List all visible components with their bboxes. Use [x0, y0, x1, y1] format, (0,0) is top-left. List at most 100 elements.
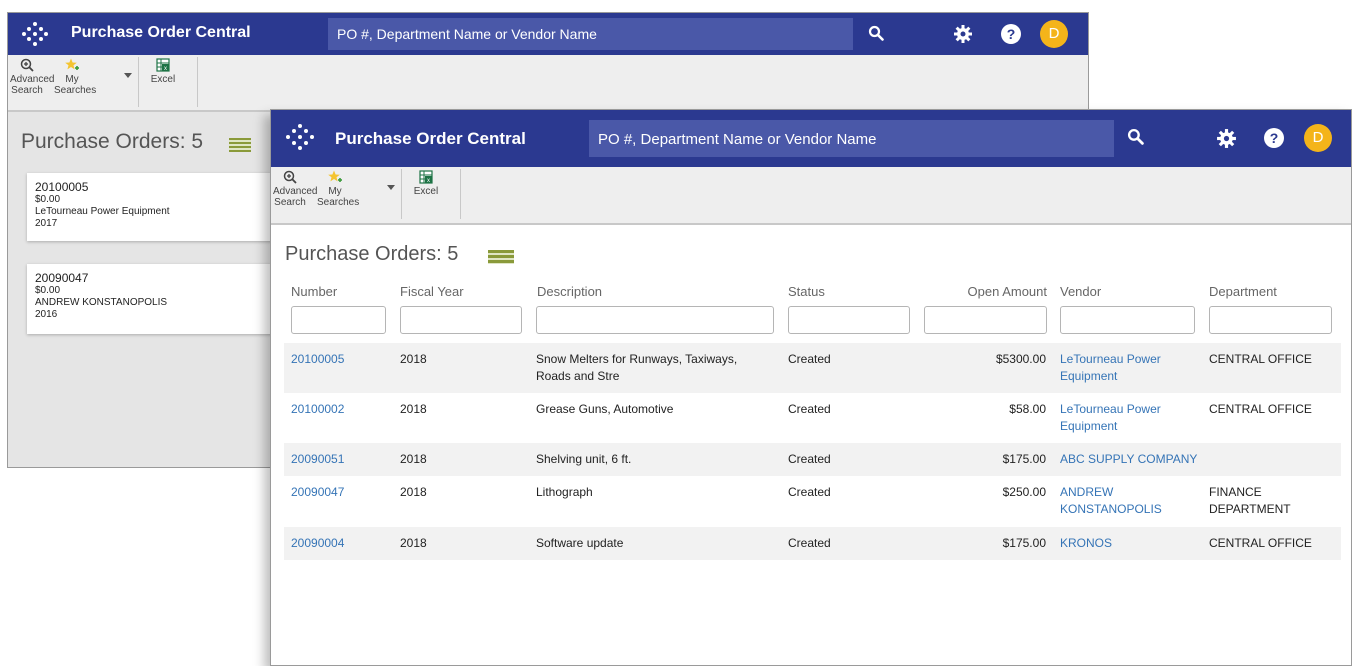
po-year: 2016 — [35, 309, 58, 320]
excel-label: Excel — [150, 74, 176, 85]
avatar[interactable]: D — [1040, 20, 1068, 48]
search-icon[interactable] — [868, 25, 884, 46]
description-cell: Grease Guns, Automotive — [536, 402, 674, 416]
front-window: Purchase Order Central PO #, Department … — [270, 109, 1352, 666]
my-searches-button[interactable]: My Searches — [54, 58, 96, 96]
table-row[interactable]: 20090004 2018 Software update Created $1… — [284, 527, 1341, 560]
table-row[interactable]: 20090047 2018 Lithograph Created $250.00… — [284, 476, 1341, 527]
logo-icon[interactable] — [22, 22, 48, 46]
po-number-link[interactable]: 20090004 — [291, 535, 344, 552]
description-cell: Snow Melters for Runways, Taxiways, Road… — [536, 352, 738, 383]
description-cell: Shelving unit, 6 ft. — [536, 452, 632, 466]
advanced-search-label: Advanced Search — [273, 186, 318, 208]
star-plus-icon — [328, 170, 342, 182]
excel-label: Excel — [413, 186, 439, 197]
open-amount-cell: $5300.00 — [995, 352, 1046, 366]
my-searches-label: My Searches — [54, 74, 97, 96]
table-row[interactable]: 20100005 2018 Snow Melters for Runways, … — [284, 343, 1341, 393]
chevron-down-icon[interactable] — [124, 73, 132, 78]
description-cell: Software update — [536, 536, 624, 550]
open-amount-cell: $175.00 — [1002, 452, 1046, 466]
department-cell: CENTRAL OFFICE — [1209, 402, 1312, 416]
page-title: Purchase Orders: 5 — [21, 130, 204, 153]
excel-button[interactable]: x Excel — [148, 58, 178, 85]
column-header-open-amount[interactable]: Open Amount — [925, 284, 1048, 299]
vendor-link[interactable]: ABC SUPPLY COMPANY — [1060, 451, 1205, 468]
table-row[interactable]: 20090051 2018 Shelving unit, 6 ft. Creat… — [284, 443, 1341, 476]
magnifier-plus-icon — [20, 58, 34, 72]
po-vendor: ANDREW KONSTANOPOLIS — [35, 297, 168, 308]
search-placeholder: PO #, Department Name or Vendor Name — [598, 131, 877, 148]
column-header-vendor[interactable]: Vendor — [1060, 284, 1101, 299]
status-cell: Created — [788, 352, 831, 366]
toolbar-divider — [401, 169, 402, 219]
po-amount: $0.00 — [35, 285, 61, 296]
department-cell: FINANCE DEPARTMENT — [1209, 485, 1291, 516]
po-number-link[interactable]: 20100005 — [291, 351, 344, 368]
search-input[interactable]: PO #, Department Name or Vendor Name — [589, 120, 1114, 157]
magnifier-plus-icon — [283, 170, 297, 184]
app-header: Purchase Order Central PO #, Department … — [271, 110, 1351, 167]
page-title: Purchase Orders: 5 — [285, 243, 459, 265]
svg-text:x: x — [164, 66, 167, 72]
vendor-link[interactable]: KRONOS — [1060, 535, 1180, 552]
excel-icon: x — [156, 58, 170, 72]
toolbar: Advanced Search My Searches x Excel — [8, 55, 1088, 112]
avatar[interactable]: D — [1304, 124, 1332, 152]
column-header-department[interactable]: Department — [1209, 284, 1277, 299]
open-amount-cell: $58.00 — [1009, 402, 1046, 416]
po-number-link[interactable]: 20090047 — [291, 484, 344, 501]
advanced-search-button[interactable]: Advanced Search — [10, 58, 54, 96]
excel-button[interactable]: x Excel — [411, 170, 441, 197]
search-input[interactable]: PO #, Department Name or Vendor Name — [328, 18, 853, 50]
column-header-status[interactable]: Status — [788, 284, 825, 299]
department-cell: CENTRAL OFFICE — [1209, 352, 1312, 366]
app-title: Purchase Order Central — [335, 129, 526, 148]
department-cell: CENTRAL OFFICE — [1209, 536, 1312, 550]
search-icon[interactable] — [1127, 128, 1144, 150]
fiscal-year-cell: 2018 — [400, 536, 427, 550]
advanced-search-label: Advanced Search — [10, 74, 55, 96]
vendor-link[interactable]: LeTourneau Power Equipment — [1060, 401, 1180, 435]
toolbar: Advanced Search My Searches x Excel — [271, 167, 1351, 225]
column-header-number[interactable]: Number — [291, 284, 337, 299]
vendor-link[interactable]: ANDREW KONSTANOPOLIS — [1060, 484, 1170, 518]
number-filter-input[interactable] — [291, 306, 386, 334]
department-filter-input[interactable] — [1209, 306, 1332, 334]
my-searches-button[interactable]: My Searches — [317, 170, 359, 208]
po-vendor: LeTourneau Power Equipment — [35, 206, 170, 217]
fiscal-year-cell: 2018 — [400, 402, 427, 416]
open-amount-filter-input[interactable] — [924, 306, 1047, 334]
toolbar-divider — [197, 57, 198, 107]
help-icon[interactable]: ? — [1264, 128, 1284, 148]
chevron-down-icon[interactable] — [387, 185, 395, 190]
open-amount-cell: $175.00 — [1002, 536, 1046, 550]
advanced-search-button[interactable]: Advanced Search — [273, 170, 317, 208]
status-filter-input[interactable] — [788, 306, 910, 334]
star-plus-icon — [65, 58, 79, 70]
gear-icon[interactable] — [1216, 128, 1237, 154]
po-number-link[interactable]: 20100002 — [291, 401, 344, 418]
po-number: 20100005 — [35, 180, 89, 194]
po-number-link[interactable]: 20090051 — [291, 451, 344, 468]
excel-icon: x — [419, 170, 433, 184]
vendor-link[interactable]: LeTourneau Power Equipment — [1060, 351, 1180, 385]
help-icon[interactable]: ? — [1001, 24, 1021, 44]
description-filter-input[interactable] — [536, 306, 774, 334]
po-amount: $0.00 — [35, 194, 61, 205]
list-view-icon[interactable] — [488, 250, 514, 264]
app-title: Purchase Order Central — [71, 24, 251, 41]
column-header-description[interactable]: Description — [537, 284, 602, 299]
logo-icon[interactable] — [286, 124, 314, 150]
toolbar-divider — [460, 169, 461, 219]
vendor-filter-input[interactable] — [1060, 306, 1195, 334]
list-view-icon[interactable] — [229, 138, 251, 152]
fiscal-year-filter-input[interactable] — [400, 306, 522, 334]
my-searches-label: My Searches — [317, 186, 360, 208]
po-number: 20090047 — [35, 271, 89, 285]
column-header-fiscal-year[interactable]: Fiscal Year — [400, 284, 464, 299]
list-item[interactable]: 20100005 $0.00 LeTourneau Power Equipmen… — [27, 173, 287, 241]
gear-icon[interactable] — [953, 24, 973, 49]
list-item[interactable]: 20090047 $0.00 ANDREW KONSTANOPOLIS 2016 — [27, 264, 287, 334]
table-row[interactable]: 20100002 2018 Grease Guns, Automotive Cr… — [284, 393, 1341, 443]
